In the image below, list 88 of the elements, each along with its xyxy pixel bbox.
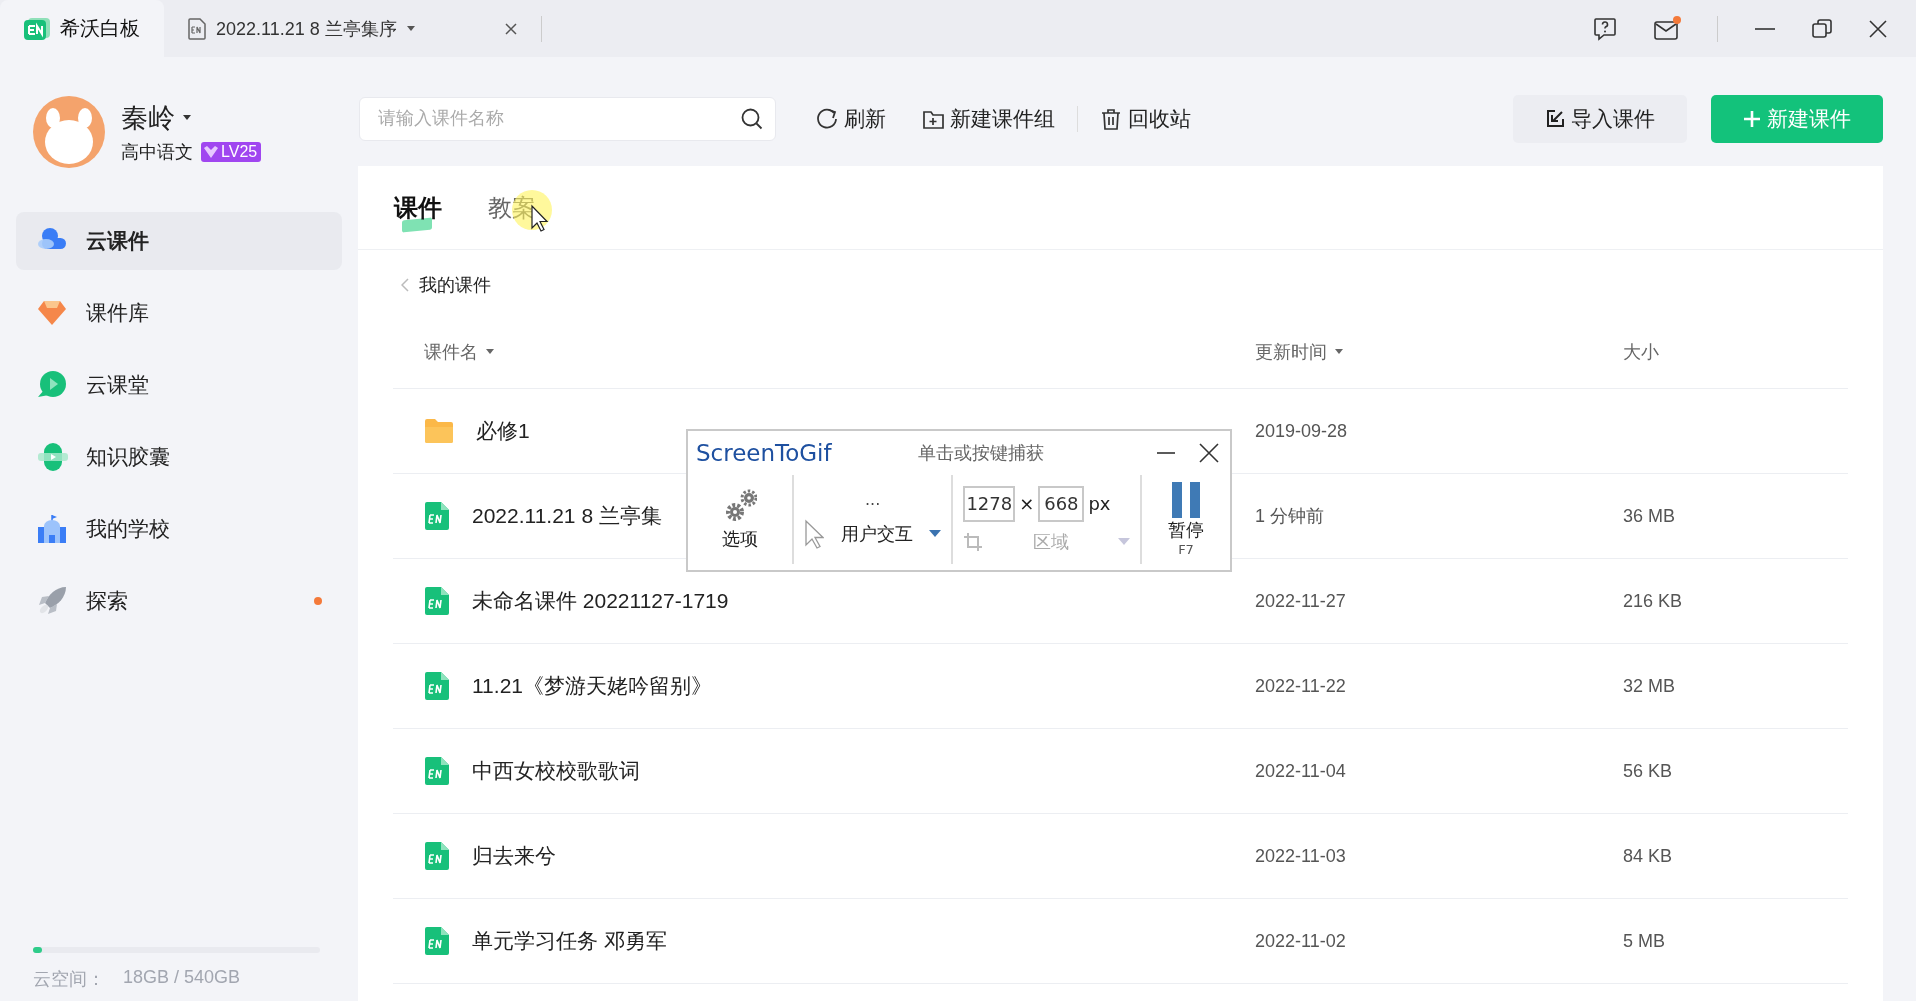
document-icon (188, 17, 206, 40)
table-cell: 216 KB (1623, 559, 1848, 644)
sidebar-item[interactable]: 课件库 (16, 284, 342, 342)
file-name[interactable]: 未命名课件 20221127-1719 (472, 587, 729, 615)
help-icon[interactable] (1593, 16, 1617, 41)
restore-icon[interactable] (1812, 18, 1832, 39)
caret-icon (929, 530, 942, 538)
file-name[interactable]: 2022.11.21 8 兰亭集 (472, 502, 662, 530)
width-field[interactable]: 1278 (963, 485, 1016, 522)
file-name[interactable]: 11.21《梦游天姥吟留别》 (472, 672, 712, 700)
document-tab[interactable]: 2022.11.21 8 兰亭集序 (164, 0, 541, 57)
mail-icon[interactable] (1653, 15, 1681, 42)
toolbar-button[interactable]: 回收站 (1082, 104, 1209, 133)
file-name[interactable]: 归去来兮 (472, 842, 556, 870)
courseware-icon (424, 756, 450, 786)
column-header[interactable]: 课件名 (393, 316, 1255, 389)
sidebar-item[interactable]: 云课堂 (16, 356, 342, 414)
import-icon (1545, 108, 1565, 129)
sidebar-item[interactable]: 探索 (16, 572, 342, 630)
import-button[interactable]: 导入课件 (1513, 94, 1687, 143)
table-cell: 84 KB (1623, 814, 1848, 899)
hint-text: 单击或按键捕获 (918, 441, 1045, 465)
file-name[interactable]: 中西女校校歌歌词 (472, 757, 640, 785)
courseware-icon (424, 501, 450, 531)
pause-button[interactable]: 暂停 F7 (1152, 481, 1220, 558)
trash-icon (1100, 107, 1122, 130)
storage-label: 云空间： (33, 968, 105, 991)
caret-icon (1335, 349, 1343, 355)
caret-icon (486, 349, 494, 355)
folder-icon (424, 418, 454, 444)
table-cell: 2022-11-03 (1255, 814, 1623, 899)
column-header[interactable]: 大小 (1623, 316, 1848, 389)
courseware-icon (424, 586, 450, 616)
gears-icon (723, 488, 757, 523)
file-name[interactable]: 必修1 (476, 417, 530, 445)
caret-icon (1118, 537, 1130, 546)
capsule-icon (36, 441, 68, 473)
close-icon[interactable] (1198, 442, 1220, 464)
content-tab[interactable]: 课件 (394, 191, 442, 234)
window-title: ScreenToGif (696, 440, 833, 466)
app-tab[interactable]: 希沃白板 (0, 0, 164, 57)
toolbar-button[interactable]: 刷新 (798, 104, 904, 133)
pause-icon (1171, 482, 1201, 518)
height-field[interactable]: 668 (1038, 485, 1085, 522)
caret-icon[interactable] (183, 114, 191, 121)
avatar-icon (33, 95, 105, 168)
user-name[interactable]: 秦岭 (121, 99, 175, 136)
app-logo-icon (24, 17, 50, 40)
table-cell: 2022-11-22 (1255, 644, 1623, 729)
pointer-icon (804, 519, 824, 549)
times-sign: × (1019, 493, 1035, 514)
table-cell: 2022-11-04 (1255, 729, 1623, 814)
sidebar-item[interactable]: 知识胶囊 (16, 428, 342, 486)
sidebar-item[interactable]: 我的学校 (16, 500, 342, 558)
table-cell: 1 分钟前 (1255, 474, 1623, 559)
table-cell: 2022-11-27 (1255, 559, 1623, 644)
search-icon[interactable] (740, 106, 764, 131)
table-cell: 36 MB (1623, 474, 1848, 559)
refresh-icon (816, 107, 838, 130)
caret-icon (406, 25, 415, 32)
table-cell: 56 KB (1623, 729, 1848, 814)
storage-value: 18GB / 540GB (123, 967, 241, 989)
mode-dropdown[interactable]: 用户交互 (804, 519, 942, 549)
close-icon[interactable] (504, 22, 517, 35)
courseware-icon (424, 926, 450, 956)
search-field[interactable]: 请输入课件名称 (359, 96, 776, 141)
unit-label: px (1088, 493, 1111, 514)
table-cell: 2019-09-28 (1255, 389, 1623, 474)
table-cell: 2022-11-02 (1255, 899, 1623, 984)
subject-label: 高中语文 (121, 140, 193, 164)
plus-icon (1743, 109, 1761, 128)
breadcrumb[interactable]: 我的课件 (419, 273, 491, 297)
courseware-icon (424, 671, 450, 701)
rocket-icon (36, 585, 68, 617)
options-button[interactable]: 选项 (698, 487, 782, 552)
file-name[interactable]: 单元学习任务 邓勇军 (472, 927, 667, 955)
column-header[interactable]: 更新时间 (1255, 316, 1623, 389)
crop-icon (963, 531, 984, 552)
courseware-icon (424, 841, 450, 871)
table-cell: 5 MB (1623, 899, 1848, 984)
level-badge: LV25 (201, 141, 262, 162)
school-icon (36, 513, 68, 545)
toolbar-button[interactable]: 新建课件组 (904, 104, 1073, 133)
close-icon[interactable] (1868, 18, 1888, 39)
sidebar-item[interactable]: 云课件 (16, 212, 342, 270)
table-cell: 32 MB (1623, 644, 1848, 729)
more-button[interactable]: ... (804, 490, 942, 509)
heart-icon (203, 144, 219, 159)
